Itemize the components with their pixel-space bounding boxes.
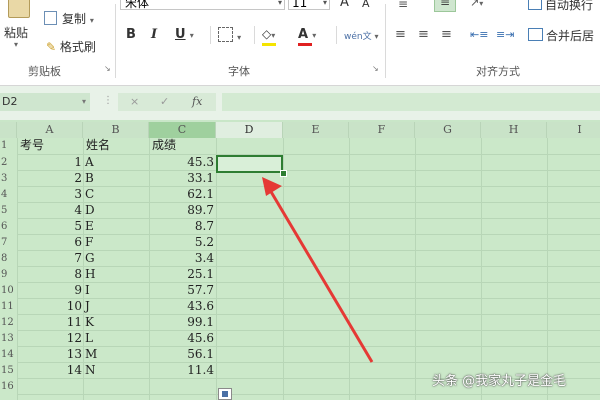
arrow-shaft (268, 189, 374, 363)
annotation-arrow (262, 177, 374, 363)
watermark: 头条 @我家丸子是金毛 (432, 374, 567, 389)
